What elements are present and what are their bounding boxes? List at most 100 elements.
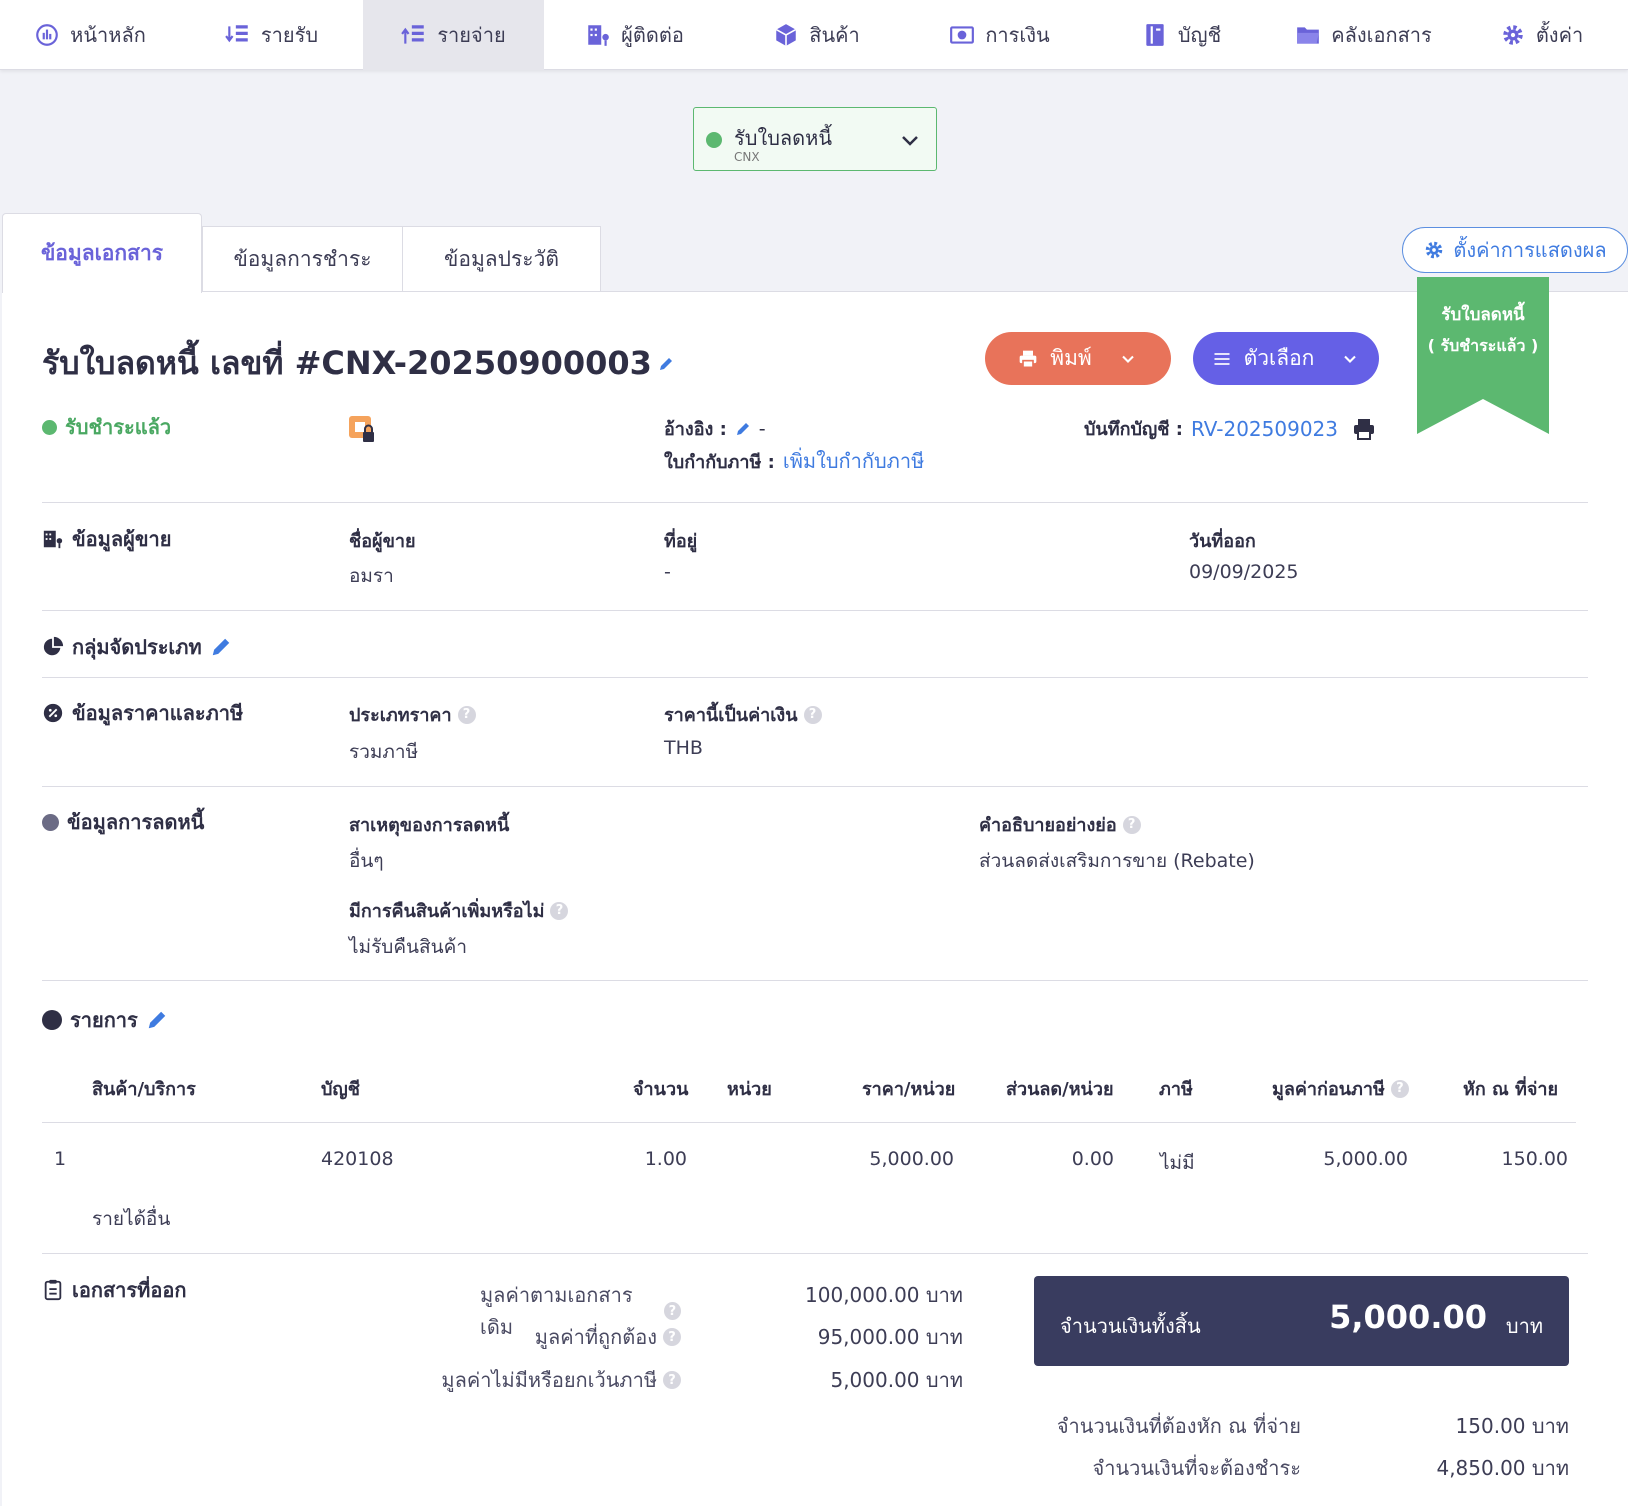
section-label: ข้อมูลผู้ขาย: [72, 527, 172, 551]
grand-total-value: 5,000.00: [1329, 1298, 1487, 1336]
row-discount: 0.00: [1071, 1148, 1114, 1170]
amount-due-label: จำนวนเงินที่จะต้องชำระ: [1092, 1456, 1302, 1480]
row-withholding-tax: 150.00: [1501, 1148, 1568, 1170]
display-settings-button[interactable]: ตั้งค่าการแสดงผล: [1402, 227, 1628, 273]
help-icon[interactable]: ?: [1390, 1079, 1409, 1098]
nav-label: ผู้ติดต่อ: [621, 23, 684, 47]
nav-label: คลังเอกสาร: [1331, 23, 1432, 47]
journal-field: บันทึกบัญชี : RV-202509023: [1084, 414, 1376, 443]
correct-value: 95,000.00 บาท: [817, 1325, 963, 1349]
status-dot: [42, 419, 57, 435]
return-value: ไม่รับคืนสินค้า: [349, 936, 468, 958]
options-button[interactable]: ตัวเลือก: [1193, 332, 1379, 385]
print-label: พิมพ์: [1050, 346, 1092, 370]
seller-name-link[interactable]: อมรา: [349, 561, 394, 591]
tab-history-info[interactable]: ข้อมูลประวัติ: [402, 226, 601, 292]
column-header: ส่วนลด/หน่วย: [1006, 1079, 1114, 1100]
paid-status-label: รับชำระแล้ว: [65, 415, 172, 439]
original-value: 100,000.00 บาท: [805, 1283, 963, 1307]
grand-total-label: จำนวนเงินทั้งสิ้น: [1060, 1314, 1201, 1338]
row-unit-price: 5,000.00: [869, 1148, 954, 1170]
chevron-down-icon: [1344, 355, 1357, 363]
help-icon[interactable]: ?: [803, 705, 822, 724]
help-icon[interactable]: ?: [663, 1302, 681, 1320]
seller-section-title: ข้อมูลผู้ขาย: [42, 523, 171, 555]
column-header: มูลค่าก่อนภาษี ?: [1272, 1074, 1409, 1103]
column-header: หน่วย: [727, 1079, 772, 1100]
money-icon: [950, 26, 975, 44]
nav-finance[interactable]: การเงิน: [908, 0, 1091, 70]
pencil-icon[interactable]: [735, 421, 751, 437]
ledger-book-icon: [1146, 24, 1164, 46]
row-quantity: 1.00: [644, 1148, 687, 1170]
top-nav: หน้าหลัก รายรับ รายจ่าย ผู้ติดต่อ สินค้า…: [0, 0, 1628, 70]
help-icon[interactable]: ?: [1122, 815, 1141, 834]
nav-income[interactable]: รายรับ: [180, 0, 363, 70]
section-label: ข้อมูลการลดหนี้: [67, 810, 205, 834]
items-section-title: รายการ: [42, 1004, 168, 1036]
credit-reason-label: สาเหตุของการลดหนี้: [349, 815, 510, 836]
menu-lines-icon: [1214, 352, 1230, 365]
ribbon-line2: ( รับชำระแล้ว ): [1427, 336, 1539, 355]
seller-name-label: ชื่อผู้ขาย: [349, 531, 416, 552]
divider: [42, 502, 1588, 503]
income-list-icon: [225, 25, 248, 43]
nav-contacts[interactable]: ผู้ติดต่อ: [544, 0, 725, 70]
pencil-icon[interactable]: [658, 356, 674, 372]
nav-label: ตั้งค่า: [1535, 23, 1584, 47]
nav-label: รายรับ: [260, 23, 319, 47]
nav-dashboard[interactable]: หน้าหลัก: [0, 0, 180, 70]
grand-total-box: จำนวนเงินทั้งสิ้น 5,000.00 บาท: [1034, 1276, 1569, 1366]
tax-invoice-label: ใบกำกับภาษี :: [664, 451, 775, 473]
credit-section-title: ข้อมูลการลดหนี้: [42, 806, 204, 838]
withholding-total-value: 150.00 บาท: [1455, 1414, 1569, 1438]
row-description: รายได้อื่น: [92, 1208, 171, 1230]
display-settings-label: ตั้งค่าการแสดงผล: [1453, 238, 1607, 262]
nav-settings[interactable]: ตั้งค่า: [1455, 0, 1628, 70]
pricing-section-title: ข้อมูลราคาและภาษี: [42, 697, 243, 729]
box-icon: [776, 24, 797, 46]
journal-link[interactable]: RV-202509023: [1191, 417, 1338, 441]
page-title: รับใบลดหนี้ เลขที่ #CNX-20250900003: [42, 338, 674, 389]
nav-accounting[interactable]: บัญชี: [1091, 0, 1272, 70]
document-status-dropdown[interactable]: รับใบลดหนี้ CNX: [693, 107, 937, 171]
column-header: ราคา/หน่วย: [862, 1079, 956, 1100]
return-label: มีการคืนสินค้าเพิ่มหรือไม่: [349, 901, 545, 922]
reference-value: -: [758, 417, 766, 440]
tab-payment-info[interactable]: ข้อมูลการชำระ: [202, 226, 403, 292]
gear-icon: [1426, 241, 1443, 259]
print-button[interactable]: พิมพ์: [985, 332, 1171, 385]
section-label: กลุ่มจัดประเภท: [72, 635, 202, 659]
reference-field: อ้างอิง : -: [664, 414, 766, 443]
nav-label: การเงิน: [985, 23, 1050, 47]
options-label: ตัวเลือก: [1243, 346, 1315, 370]
column-header: ภาษี: [1159, 1079, 1193, 1100]
printer-icon: [1019, 350, 1037, 368]
printer-icon[interactable]: [1352, 417, 1376, 441]
price-type-value: รวมภาษี: [349, 741, 419, 763]
pie-chart-icon: [43, 636, 64, 656]
column-header: หัก ณ ที่จ่าย: [1463, 1079, 1559, 1100]
column-header: บัญชี: [321, 1079, 360, 1100]
add-tax-invoice-link[interactable]: เพิ่มใบกำกับภาษี: [783, 445, 924, 477]
reference-label: อ้างอิง :: [664, 419, 727, 440]
pencil-icon[interactable]: [146, 1009, 168, 1031]
divider: [42, 610, 1588, 611]
address-value: -: [664, 561, 671, 583]
help-icon[interactable]: ?: [663, 1371, 681, 1389]
nav-documents[interactable]: คลังเอกสาร: [1272, 0, 1455, 70]
pencil-icon[interactable]: [210, 636, 232, 658]
short-desc-label-group: คำอธิบายอย่างย่อ ?: [979, 810, 1141, 839]
help-icon[interactable]: ?: [663, 1328, 681, 1346]
nav-expense[interactable]: รายจ่าย: [363, 0, 544, 70]
issue-date-label: วันที่ออก: [1189, 531, 1256, 552]
divider: [42, 786, 1588, 787]
column-header-label: มูลค่าก่อนภาษี: [1272, 1079, 1385, 1100]
tab-document-info[interactable]: ข้อมูลเอกสาร: [2, 213, 202, 293]
table-header-divider: [42, 1122, 1576, 1123]
help-icon[interactable]: ?: [457, 705, 476, 724]
status-ribbon: รับใบลดหนี้ ( รับชำระแล้ว ): [1417, 277, 1549, 434]
nav-products[interactable]: สินค้า: [725, 0, 908, 70]
help-icon[interactable]: ?: [550, 901, 569, 920]
locked-document-icon[interactable]: [349, 416, 377, 444]
